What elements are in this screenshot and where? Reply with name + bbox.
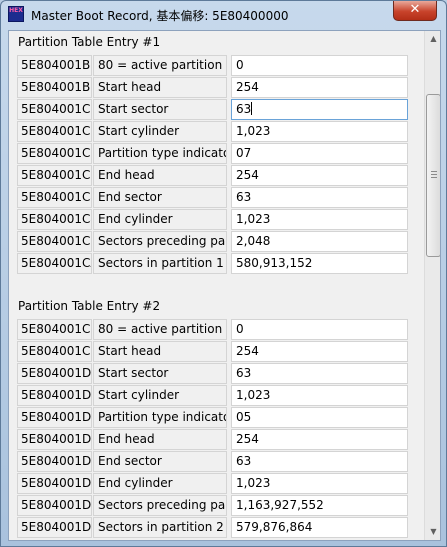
value-field-focused[interactable]: 63 [231, 99, 408, 120]
field-name-cell: Start sector [93, 363, 227, 384]
value-field[interactable]: 0 [231, 55, 408, 76]
section-title-entry-1: Partition Table Entry #1 [18, 35, 161, 49]
title-bar[interactable]: HEX Master Boot Record, 基本偏移: 5E80400000… [1, 1, 446, 31]
field-name-cell: End head [93, 165, 227, 186]
offset-cell: 5E804001C6 [17, 231, 92, 252]
value-field[interactable]: 1,023 [231, 473, 408, 494]
table-row: 5E804001C4 End sector 63 [17, 187, 417, 208]
field-name-cell: Partition type indicator [93, 407, 227, 428]
table-row: 5E804001C6 Sectors preceding partition 2… [17, 231, 417, 252]
close-button[interactable]: ✕ [393, 1, 437, 21]
offset-cell: 5E804001C2 [17, 143, 92, 164]
table-row: 5E804001D0 Start cylinder 1,023 [17, 385, 417, 406]
value-field[interactable]: 1,023 [231, 209, 408, 230]
window-title: Master Boot Record, 基本偏移: 5E80400000 [31, 9, 289, 23]
scroll-up-arrow-icon[interactable]: ▲ [426, 31, 440, 47]
value-field[interactable]: 0 [231, 319, 408, 340]
offset-cell: 5E804001CE [17, 319, 92, 340]
field-name-cell: Start sector [93, 99, 227, 120]
table-row: 5E804001D3 End head 254 [17, 429, 417, 450]
table-row: 5E804001CA Sectors in partition 1 580,91… [17, 253, 417, 274]
value-field[interactable]: 580,913,152 [231, 253, 408, 274]
offset-cell: 5E804001D0 [17, 363, 92, 384]
offset-cell: 5E804001CF [17, 341, 92, 362]
value-field[interactable]: 1,163,927,552 [231, 495, 408, 516]
scrollbar-thumb[interactable] [426, 94, 440, 257]
field-name-cell: End cylinder [93, 209, 227, 230]
offset-cell: 5E804001D6 [17, 495, 92, 516]
table-row: 5E804001CE 80 = active partition 0 [17, 319, 417, 340]
table-row: 5E804001D0 Start sector 63 [17, 363, 417, 384]
field-name-cell: End sector [93, 451, 227, 472]
field-name-cell: Sectors in partition 2 [93, 517, 227, 538]
value-field[interactable]: 254 [231, 341, 408, 362]
table-row: 5E804001C0 Start sector 63 [17, 99, 417, 120]
table-row: 5E804001C2 Partition type indicator 07 [17, 143, 417, 164]
field-name-cell: 80 = active partition [93, 55, 227, 76]
value-field[interactable]: 254 [231, 165, 408, 186]
offset-cell: 5E804001C4 [17, 209, 92, 230]
value-field[interactable]: 254 [231, 429, 408, 450]
table-row: 5E804001C3 End head 254 [17, 165, 417, 186]
field-name-cell: Partition type indicator [93, 143, 227, 164]
table-row: 5E804001DA Sectors in partition 2 579,87… [17, 517, 417, 538]
offset-cell: 5E804001D0 [17, 385, 92, 406]
grip-line [431, 177, 437, 178]
table-row: 5E804001C0 Start cylinder 1,023 [17, 121, 417, 142]
grip-line [431, 174, 437, 175]
vertical-scrollbar[interactable]: ▲ ▼ [424, 31, 440, 540]
offset-cell: 5E804001CA [17, 253, 92, 274]
offset-cell: 5E804001C0 [17, 99, 92, 120]
scroll-down-arrow-icon[interactable]: ▼ [426, 524, 440, 540]
field-name-cell: End sector [93, 187, 227, 208]
value-field[interactable]: 63 [231, 187, 408, 208]
value-field[interactable]: 1,023 [231, 121, 408, 142]
table-row: 5E804001D6 Sectors preceding partition 1… [17, 495, 417, 516]
offset-cell: 5E804001DA [17, 517, 92, 538]
section-title-entry-2: Partition Table Entry #2 [18, 299, 161, 313]
table-row: 5E804001C4 End cylinder 1,023 [17, 209, 417, 230]
value-field[interactable]: 2,048 [231, 231, 408, 252]
offset-cell: 5E804001C0 [17, 121, 92, 142]
table-row: 5E804001BF Start head 254 [17, 77, 417, 98]
offset-cell: 5E804001D4 [17, 473, 92, 494]
value-field[interactable]: 254 [231, 77, 408, 98]
value-field[interactable]: 1,023 [231, 385, 408, 406]
field-name-cell: Start cylinder [93, 385, 227, 406]
table-row: 5E804001CF Start head 254 [17, 341, 417, 362]
value-field[interactable]: 579,876,864 [231, 517, 408, 538]
value-field[interactable]: 07 [231, 143, 408, 164]
offset-cell: 5E804001BF [17, 77, 92, 98]
field-name-cell: Sectors preceding partition [93, 495, 227, 516]
offset-cell: 5E804001C3 [17, 165, 92, 186]
value-text: 63 [236, 102, 252, 116]
offset-cell: 5E804001BE [17, 55, 92, 76]
field-name-cell: End head [93, 429, 227, 450]
field-name-cell: Sectors preceding partition [93, 231, 227, 252]
mbr-window: HEX Master Boot Record, 基本偏移: 5E80400000… [0, 0, 447, 547]
field-name-cell: Start head [93, 341, 227, 362]
table-row: 5E804001BE 80 = active partition 0 [17, 55, 417, 76]
table-row: 5E804001D4 End sector 63 [17, 451, 417, 472]
hex-app-icon: HEX [8, 6, 24, 22]
offset-cell: 5E804001D3 [17, 429, 92, 450]
field-name-cell: End cylinder [93, 473, 227, 494]
grip-line [431, 171, 437, 172]
client-area: Partition Table Entry #1 5E804001BE 80 =… [8, 30, 441, 541]
field-name-cell: Start cylinder [93, 121, 227, 142]
text-caret [251, 102, 253, 115]
offset-cell: 5E804001D4 [17, 451, 92, 472]
field-name-cell: Start head [93, 77, 227, 98]
field-name-cell: 80 = active partition [93, 319, 227, 340]
field-name-cell: Sectors in partition 1 [93, 253, 227, 274]
value-field[interactable]: 05 [231, 407, 408, 428]
value-field[interactable]: 63 [231, 451, 408, 472]
offset-cell: 5E804001D2 [17, 407, 92, 428]
value-field[interactable]: 63 [231, 363, 408, 384]
offset-cell: 5E804001C4 [17, 187, 92, 208]
table-row: 5E804001D2 Partition type indicator 05 [17, 407, 417, 428]
table-row: 5E804001D4 End cylinder 1,023 [17, 473, 417, 494]
